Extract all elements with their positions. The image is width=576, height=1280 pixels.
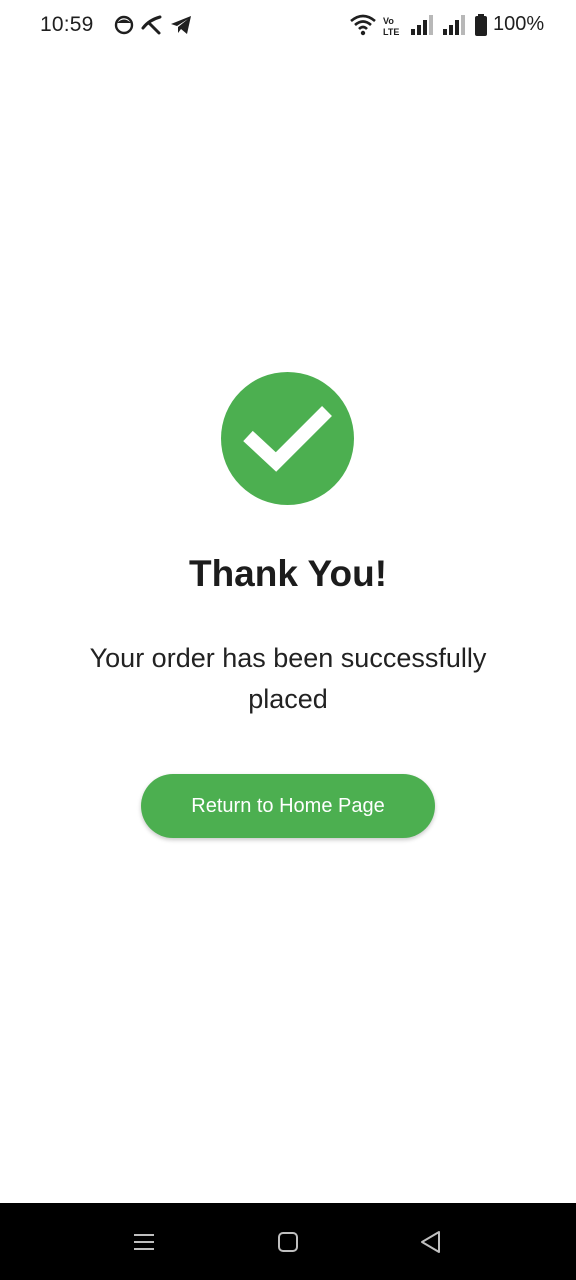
battery-percentage: 100% xyxy=(493,13,545,35)
telegram-icon xyxy=(170,14,192,41)
signal-icon xyxy=(442,14,466,41)
back-icon[interactable] xyxy=(416,1227,446,1257)
volte-icon: Vo LTE xyxy=(382,15,404,42)
check-circle-icon xyxy=(221,372,354,505)
status-time: 10:59 xyxy=(40,13,94,36)
signal-icon xyxy=(410,14,434,41)
status-bar: 10:59 Vo LTE 100% xyxy=(0,0,576,52)
menu-icon[interactable] xyxy=(129,1227,159,1257)
telenor-icon xyxy=(141,14,163,41)
face-icon xyxy=(114,14,134,41)
home-icon[interactable] xyxy=(273,1227,303,1257)
return-home-button[interactable]: Return to Home Page xyxy=(141,774,435,838)
svg-text:Vo: Vo xyxy=(383,16,394,26)
svg-text:LTE: LTE xyxy=(383,27,399,37)
wifi-icon xyxy=(350,14,376,41)
navigation-bar xyxy=(0,1203,576,1280)
battery-icon xyxy=(474,14,488,41)
screen: 10:59 Vo LTE 100% Thank You! Your order … xyxy=(0,0,576,1280)
confirmation-message: Your order has been successfully placed xyxy=(89,643,487,714)
page-title: Thank You! xyxy=(188,553,388,594)
